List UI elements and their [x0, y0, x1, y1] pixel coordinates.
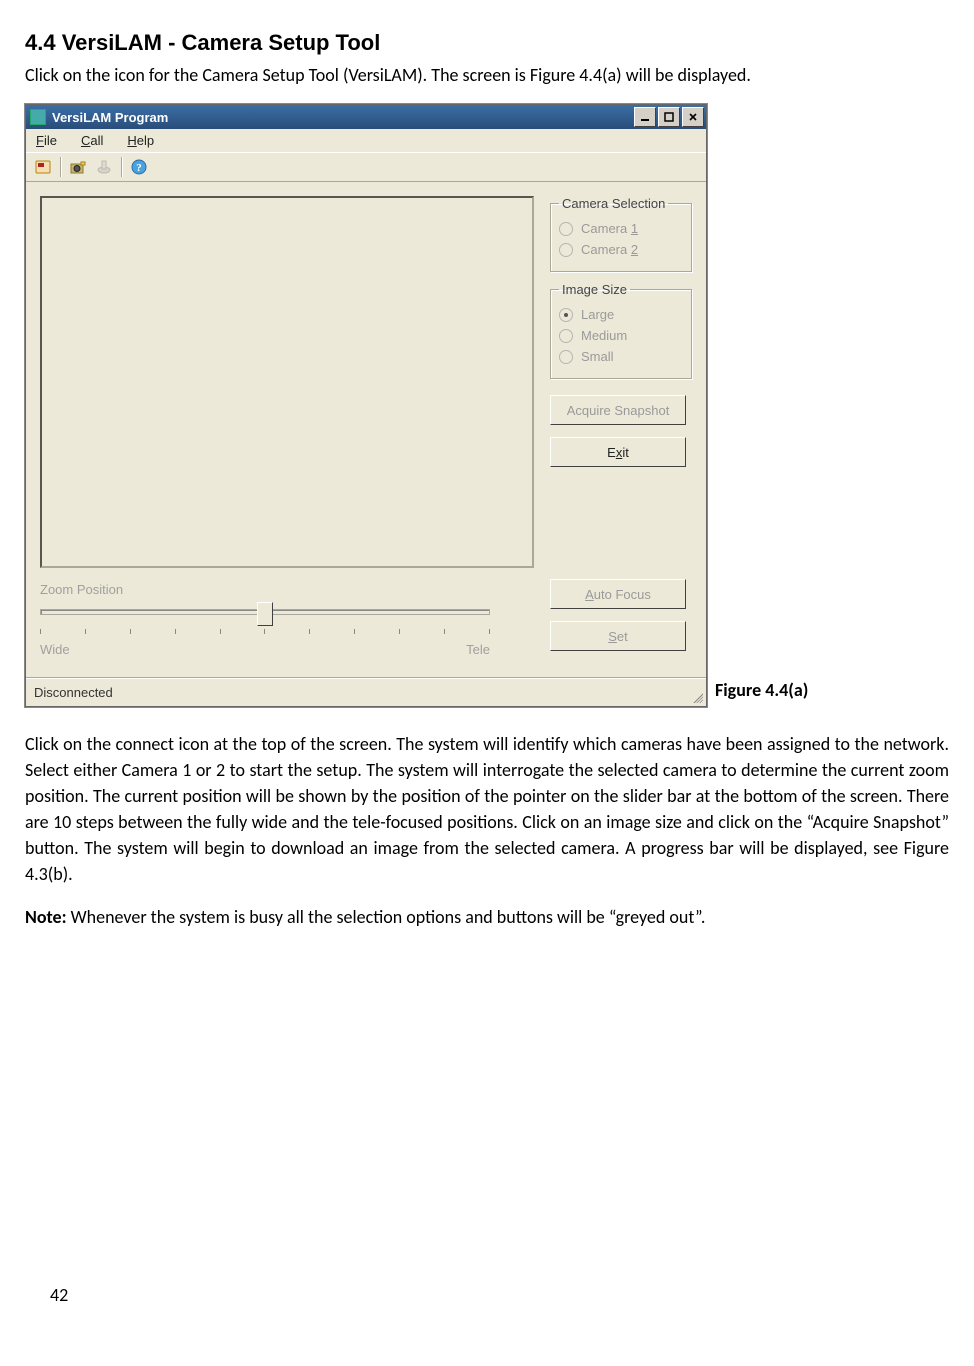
zoom-slider-ticks [40, 629, 490, 634]
section-heading: 4.4 VersiLAM - Camera Setup Tool [25, 30, 949, 56]
intro-paragraph: Click on the icon for the Camera Setup T… [25, 64, 949, 86]
radio-label: Camera 1 [581, 221, 638, 236]
statusbar: Disconnected [26, 677, 706, 706]
auto-focus-button[interactable]: Auto Focus [550, 579, 686, 609]
set-button[interactable]: Set [550, 621, 686, 651]
radio-medium[interactable]: Medium [559, 328, 683, 343]
toolbar-separator [60, 157, 61, 177]
app-icon [30, 109, 46, 125]
camera-selection-group: Camera Selection Camera 1 Camera 2 [550, 196, 692, 272]
toolbar-connect-icon[interactable] [32, 156, 54, 178]
toolbar-camera-icon[interactable] [67, 156, 89, 178]
zoom-slider-thumb[interactable] [257, 602, 273, 626]
close-button[interactable] [682, 107, 704, 127]
menu-call[interactable]: Call [81, 133, 103, 148]
camera-selection-legend: Camera Selection [559, 196, 668, 211]
zoom-slider[interactable] [40, 605, 490, 627]
zoom-ends: Wide Tele [40, 642, 490, 657]
zoom-section: Zoom Position Wide Tele [40, 582, 534, 657]
zoom-wide-label: Wide [40, 642, 70, 657]
right-column: Camera Selection Camera 1 Camera 2 Image… [550, 196, 692, 657]
zoom-label: Zoom Position [40, 582, 534, 597]
resize-grip-icon[interactable] [690, 690, 704, 704]
status-text: Disconnected [34, 685, 113, 700]
zoom-tele-label: Tele [466, 642, 490, 657]
client-area: Zoom Position Wide Tele Camer [26, 182, 706, 677]
menu-file[interactable]: File [36, 133, 57, 148]
body-paragraph: Click on the connect icon at the top of … [25, 731, 949, 888]
toolbar: ? [26, 152, 706, 182]
maximize-button[interactable] [658, 107, 680, 127]
toolbar-separator-2 [121, 157, 122, 177]
toolbar-device-icon[interactable] [93, 156, 115, 178]
svg-text:?: ? [136, 162, 142, 174]
radio-label: Large [581, 307, 614, 322]
menu-help[interactable]: Help [127, 133, 154, 148]
window-title: VersiLAM Program [52, 110, 632, 125]
preview-box [40, 196, 534, 568]
exit-button[interactable]: Exit [550, 437, 686, 467]
note-paragraph: Note: Whenever the system is busy all th… [25, 906, 949, 928]
minimize-button[interactable] [634, 107, 656, 127]
radio-icon [559, 243, 573, 257]
radio-icon [559, 350, 573, 364]
radio-small[interactable]: Small [559, 349, 683, 364]
app-window: VersiLAM Program File Call Help [25, 104, 707, 707]
titlebar: VersiLAM Program [26, 105, 706, 129]
radio-label: Medium [581, 328, 627, 343]
radio-camera-1[interactable]: Camera 1 [559, 221, 683, 236]
radio-label: Camera 2 [581, 242, 638, 257]
radio-label: Small [581, 349, 614, 364]
note-label: Note: [25, 906, 67, 928]
radio-icon [559, 329, 573, 343]
left-column: Zoom Position Wide Tele [40, 196, 534, 657]
menubar: File Call Help [26, 129, 706, 152]
page-number: 42 [50, 1284, 68, 1306]
radio-icon [559, 222, 573, 236]
spacer [550, 473, 692, 573]
figure-caption: Figure 4.4(a) [715, 679, 808, 707]
radio-dot-icon [564, 313, 568, 317]
toolbar-help-icon[interactable]: ? [128, 156, 150, 178]
image-size-group: Image Size Large Medium Small [550, 282, 692, 379]
radio-large[interactable]: Large [559, 307, 683, 322]
acquire-snapshot-button[interactable]: Acquire Snapshot [550, 395, 686, 425]
radio-icon [559, 308, 573, 322]
radio-camera-2[interactable]: Camera 2 [559, 242, 683, 257]
image-size-legend: Image Size [559, 282, 630, 297]
note-text: Whenever the system is busy all the sele… [67, 906, 706, 928]
figure-row: VersiLAM Program File Call Help [25, 104, 949, 707]
